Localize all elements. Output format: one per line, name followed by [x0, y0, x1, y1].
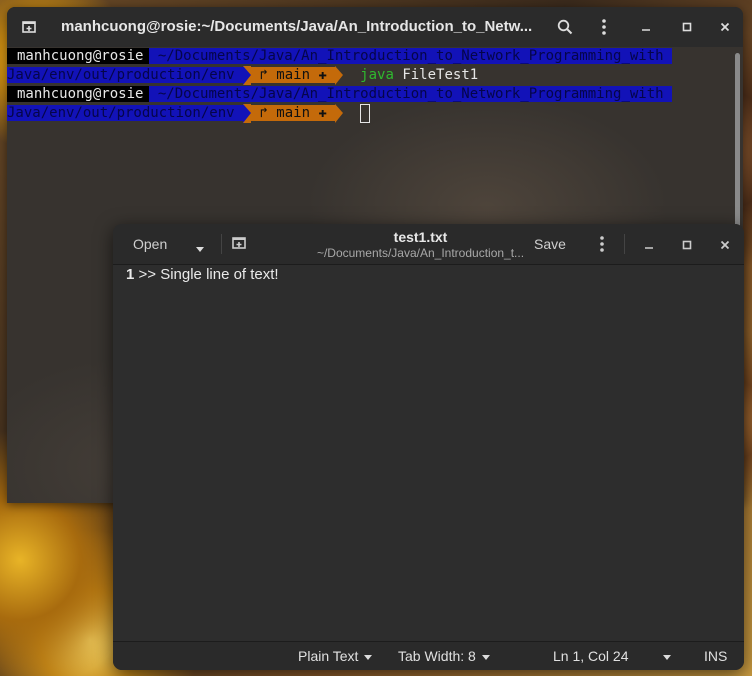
prompt-separator [335, 66, 344, 85]
editor-text-area[interactable]: 1 >> Single line of text! [126, 266, 279, 283]
prompt-line: manhcuong@rosie ~/Documents/Java/An_Intr… [7, 47, 673, 66]
maximize-icon[interactable] [675, 15, 699, 39]
prompt-line: Java/env/out/production/env ↱ main ✚ jav… [7, 66, 478, 85]
editor-statusbar: Plain Text Tab Width: 8 Ln 1, Col 24 INS [113, 641, 744, 670]
prompt-user: manhcuong@rosie [7, 86, 150, 102]
tab-width-selector[interactable]: Tab Width: 8 [398, 648, 490, 664]
maximize-icon[interactable] [681, 238, 693, 254]
cursor-position: Ln 1, Col 24 [553, 648, 629, 664]
prompt-git-branch: ↱ main ✚ [251, 105, 336, 121]
prompt-separator [335, 104, 344, 123]
menu-icon[interactable] [592, 15, 616, 39]
search-icon[interactable] [553, 15, 577, 39]
prompt-path-cont: Java/env/out/production/env [7, 105, 244, 121]
prompt-path: ~/Documents/Java/An_Introduction_to_Netw… [149, 86, 673, 102]
prompt-line: manhcuong@rosie ~/Documents/Java/An_Intr… [7, 85, 673, 104]
prompt-git-branch: ↱ main ✚ [251, 67, 336, 83]
prompt-separator [243, 104, 252, 123]
new-tab-icon[interactable] [17, 15, 41, 39]
chevron-down-icon [481, 654, 490, 660]
terminal-scrollbar[interactable] [735, 53, 740, 243]
editor-headerbar[interactable]: Open test1.txt ~/Documents/Java/An_Intro… [113, 224, 744, 265]
terminal-cursor [360, 104, 371, 123]
command-argument: FileTest1 [393, 67, 479, 83]
prompt-path: ~/Documents/Java/An_Introduction_to_Netw… [149, 48, 673, 64]
close-icon[interactable] [719, 238, 731, 254]
prompt-path-cont: Java/env/out/production/env [7, 67, 244, 83]
command-name: java [360, 67, 394, 83]
menu-icon[interactable] [600, 236, 604, 255]
position-dropdown[interactable] [663, 648, 671, 664]
tab-width-label: Tab Width: 8 [398, 648, 476, 664]
prompt-user: manhcuong@rosie [7, 48, 150, 64]
divider [624, 234, 625, 254]
prompt-separator [243, 66, 252, 85]
prompt-line: Java/env/out/production/env ↱ main ✚ [7, 104, 371, 123]
chevron-down-icon [663, 654, 671, 660]
editor-line-text: >> Single line of text! [134, 266, 279, 283]
terminal-titlebar[interactable]: manhcuong@rosie:~/Documents/Java/An_Intr… [7, 7, 743, 47]
chevron-down-icon [364, 654, 373, 660]
save-button[interactable]: Save [534, 236, 566, 252]
language-label: Plain Text [298, 648, 359, 664]
minimize-icon[interactable] [634, 15, 658, 39]
close-icon[interactable] [713, 15, 737, 39]
language-selector[interactable]: Plain Text [298, 648, 373, 664]
terminal-title: manhcuong@rosie:~/Documents/Java/An_Intr… [61, 18, 533, 35]
insert-mode-indicator[interactable]: INS [704, 648, 727, 664]
text-editor-window: Open test1.txt ~/Documents/Java/An_Intro… [113, 224, 744, 670]
minimize-icon[interactable] [643, 238, 655, 254]
